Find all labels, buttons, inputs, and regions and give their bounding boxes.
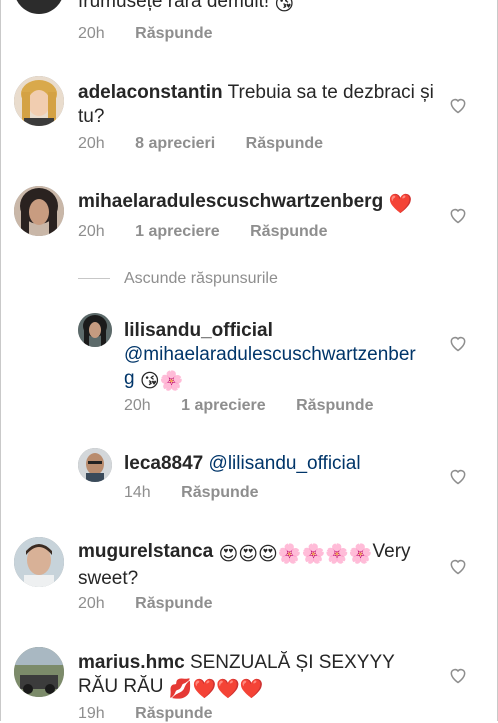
- divider-line: [78, 278, 110, 280]
- avatar[interactable]: [14, 647, 64, 697]
- comment-text: adelaconstantin Trebuia sa te dezbraci ș…: [78, 82, 434, 127]
- heart-outline-icon[interactable]: [448, 665, 468, 685]
- comment-time: 20h: [78, 595, 105, 612]
- heart-outline-icon[interactable]: [448, 95, 468, 115]
- avatar[interactable]: [14, 76, 64, 126]
- heart-outline-icon[interactable]: [448, 556, 468, 576]
- comment-username[interactable]: leca8847: [124, 453, 203, 474]
- comment-meta: 19h Răspunde: [78, 705, 239, 723]
- comment-username[interactable]: mihaelaradulescuschwartzenberg: [78, 191, 383, 212]
- comment-text: lilisandu_official @mihaelaradulescuschw…: [124, 319, 424, 394]
- avatar[interactable]: [14, 0, 64, 14]
- comment-text: leca8847 @lilisandu_official: [124, 452, 444, 476]
- avatar[interactable]: [14, 186, 64, 236]
- comment-meta: 20h Răspunde: [78, 25, 239, 43]
- comment-time: 20h: [78, 25, 105, 42]
- comment-text: mihaelaradulescuschwartzenberg ❤️: [78, 191, 413, 215]
- likes-count[interactable]: 1 apreciere: [135, 223, 220, 240]
- comment-username[interactable]: lilisandu_official: [124, 319, 424, 343]
- heart-outline-icon[interactable]: [448, 205, 468, 225]
- comment-username[interactable]: adelaconstantin: [78, 82, 223, 103]
- comment-text: marius.hmc SENZUALĂ ȘI SEXYYY RĂU RĂU 💋❤…: [78, 652, 395, 700]
- mention-link-cont[interactable]: g: [124, 368, 135, 389]
- comment-username[interactable]: marius.hmc: [78, 652, 185, 673]
- comment-text: frumusețe rară demult! 😘: [78, 0, 295, 15]
- mention-link[interactable]: @lilisandu_official: [209, 453, 361, 474]
- reply-button[interactable]: Răspunde: [181, 484, 258, 501]
- likes-count[interactable]: 1 apreciere: [181, 397, 266, 414]
- comment-time: 20h: [124, 397, 151, 414]
- reply-button[interactable]: Răspunde: [135, 595, 212, 612]
- reply-button[interactable]: Răspunde: [296, 397, 373, 414]
- mention-link[interactable]: @mihaelaradulescuschwartzenber: [124, 343, 424, 367]
- comment-text: mugurelstanca 😍😍😍🌸🌸🌸🌸Very sweet?: [78, 541, 411, 589]
- comment-meta: 20h 1 apreciere Răspunde: [124, 397, 399, 415]
- hide-replies-toggle[interactable]: Ascunde răspunsurile: [78, 270, 278, 288]
- comment-time: 20h: [78, 135, 105, 152]
- likes-count[interactable]: 8 aprecieri: [135, 135, 215, 152]
- reply-button[interactable]: Răspunde: [135, 705, 212, 722]
- comment-meta: 20h 8 aprecieri Răspunde: [78, 135, 349, 153]
- comment-meta: 14h Răspunde: [124, 484, 285, 502]
- heart-outline-icon[interactable]: [448, 333, 468, 353]
- comment-username[interactable]: mugurelstanca: [78, 541, 213, 562]
- comment-time: 19h: [78, 705, 105, 722]
- avatar[interactable]: [78, 448, 112, 482]
- avatar[interactable]: [14, 537, 64, 587]
- heart-outline-icon[interactable]: [448, 466, 468, 486]
- reply-button[interactable]: Răspunde: [250, 223, 327, 240]
- reply-button[interactable]: Răspunde: [246, 135, 323, 152]
- reply-button[interactable]: Răspunde: [135, 25, 212, 42]
- comment-meta: 20h Răspunde: [78, 595, 239, 613]
- comment-time: 20h: [78, 223, 105, 240]
- comment-time: 14h: [124, 484, 151, 501]
- comment-meta: 20h 1 apreciere Răspunde: [78, 223, 353, 241]
- avatar[interactable]: [78, 313, 112, 347]
